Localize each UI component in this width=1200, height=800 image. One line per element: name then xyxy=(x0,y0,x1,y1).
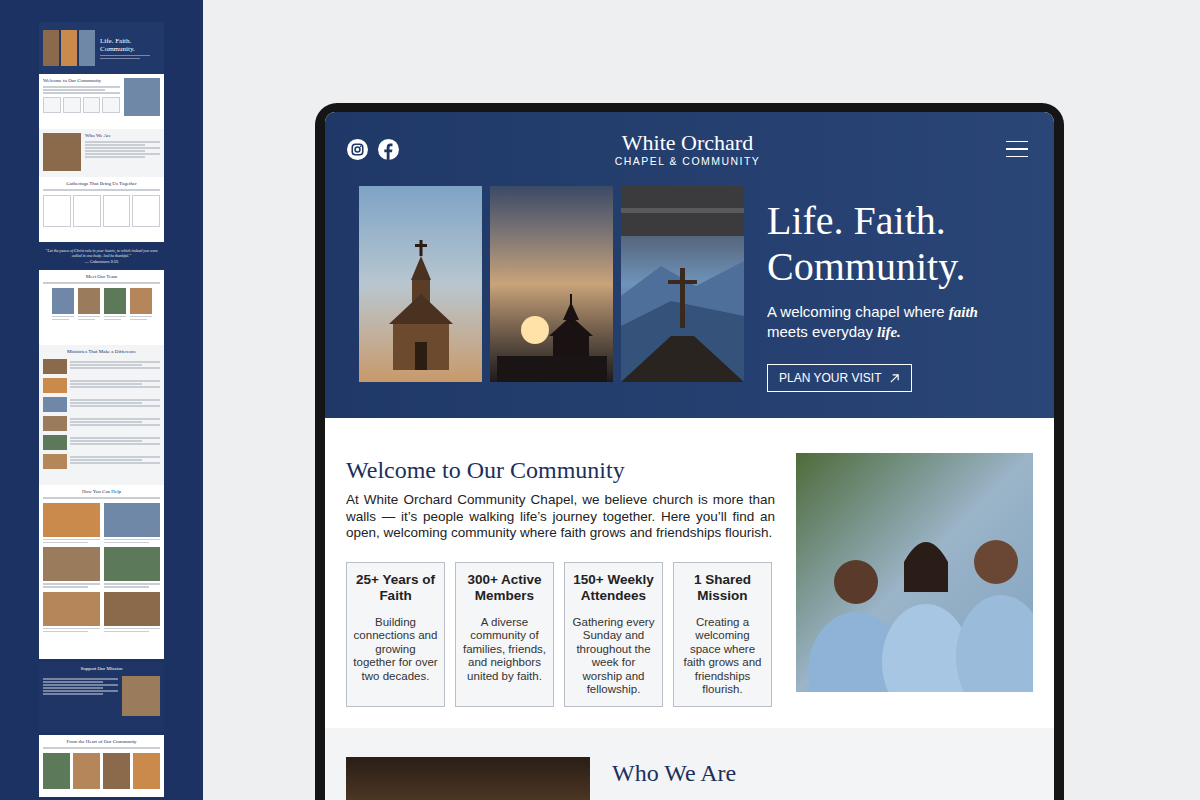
thumbnail-section: Who We Are xyxy=(39,129,164,177)
thumbnail-section: Gatherings That Bring Us Together xyxy=(39,177,164,242)
thumbnail-photo xyxy=(43,416,67,431)
stat-title: 150+ Weekly Attendees xyxy=(571,572,656,604)
welcome-body: At White Orchard Community Chapel, we be… xyxy=(346,492,775,542)
thumbnail-heading: From the Heart of Our Community xyxy=(43,739,160,745)
hero-photos xyxy=(359,186,744,392)
plan-visit-label: PLAN YOUR VISIT xyxy=(779,370,881,386)
subtitle-text: meets everyday xyxy=(767,323,877,340)
thumbnail-section: Meet Our Team xyxy=(39,270,164,345)
thumbnail-section: Support Our Mission xyxy=(39,662,164,732)
thumbnail-photo xyxy=(103,753,130,789)
stat-body: Building connections and growing togethe… xyxy=(353,616,438,684)
subtitle-text: A welcoming chapel where xyxy=(767,303,949,320)
quote-source: — Colossians 3:15 xyxy=(43,259,160,264)
thumbnail-photo xyxy=(124,78,160,116)
thumbnail-photo xyxy=(133,753,160,789)
thumbnail-heading: Support Our Mission xyxy=(43,666,160,672)
welcome-section: Welcome to Our Community At White Orchar… xyxy=(325,418,1054,728)
plan-visit-button[interactable]: PLAN YOUR VISIT xyxy=(767,364,912,392)
stat-card: 25+ Years of Faith Building connections a… xyxy=(346,562,445,707)
thumbnail-photo xyxy=(43,753,70,789)
thumbnail-photo xyxy=(43,133,81,171)
who-we-are-title: Who We Are xyxy=(612,759,736,800)
stat-card: 1 Shared Mission Creating a welcoming spa… xyxy=(673,562,772,707)
thumbnail-photo xyxy=(52,288,74,314)
stat-card: 150+ Weekly Attendees Gathering every Sun… xyxy=(564,562,663,707)
thumbnail-heading: How You Can Help xyxy=(43,489,160,495)
stat-title: 1 Shared Mission xyxy=(680,572,765,604)
thumbnail-heading: Meet Our Team xyxy=(43,274,160,280)
thumbnail-photo xyxy=(43,435,67,450)
page-thumbnail[interactable]: Meet Our Team Ministries That Make a Diff… xyxy=(39,270,164,659)
hero-subtitle: A welcoming chapel where faith meets eve… xyxy=(767,302,1007,342)
thumbnail-photo xyxy=(43,454,67,469)
thumbnail-photo xyxy=(122,676,160,716)
thumbnail-photo xyxy=(43,30,59,66)
arrow-up-right-icon xyxy=(889,373,900,384)
thumbnail-photo xyxy=(73,753,100,789)
emphasis-word: life. xyxy=(877,324,901,340)
quote-text: “Let the peace of Christ rule in your he… xyxy=(43,248,160,258)
thumbnail-photo xyxy=(43,397,67,412)
stat-body: Creating a welcoming space where faith g… xyxy=(680,616,765,697)
thumbnail-photo xyxy=(104,503,161,537)
hero-title: Life. Faith. Community. xyxy=(767,198,1007,290)
thumbnail-heading: Welcome to Our Community xyxy=(43,78,120,84)
sunset-chapel-photo xyxy=(490,186,613,382)
thumbnail-photo xyxy=(104,592,161,626)
logo-title: White Orchard xyxy=(574,130,801,155)
tablet-frame: White Orchard CHAPEL & COMMUNITY xyxy=(315,103,1064,800)
thumbnail-photo xyxy=(78,288,100,314)
thumbnail-photo xyxy=(43,378,67,393)
mockup-canvas: White Orchard CHAPEL & COMMUNITY xyxy=(203,0,1200,800)
thumbnail-photo xyxy=(79,30,95,66)
thumbnail-photo xyxy=(43,359,67,374)
stat-title: 300+ Active Members xyxy=(462,572,547,604)
emphasis-word: faith xyxy=(949,304,978,320)
welcome-title: Welcome to Our Community xyxy=(346,456,775,484)
thumbnail-photo xyxy=(43,592,100,626)
page-thumbnail[interactable]: Support Our Mission xyxy=(39,662,164,732)
template-preview-sidebar: Life. Faith. Community. Welcome to Our Co… xyxy=(0,0,203,800)
stat-title: 25+ Years of Faith xyxy=(353,572,438,604)
thumbnail-section: Welcome to Our Community xyxy=(39,74,164,129)
thumbnail-heading: Life. Faith. Community. xyxy=(100,37,150,53)
thumbnail-section: Ministries That Make a Difference xyxy=(39,345,164,485)
church-photo xyxy=(359,186,482,382)
page-thumbnail[interactable]: From the Heart of Our Community xyxy=(39,735,164,797)
thumbnail-photo xyxy=(130,288,152,314)
thumbnail-section: How You Can Help xyxy=(39,485,164,659)
thumbnail-photo xyxy=(43,503,100,537)
site-logo[interactable]: White Orchard CHAPEL & COMMUNITY xyxy=(574,130,801,168)
instagram-icon[interactable] xyxy=(347,139,368,160)
thumbnail-photo xyxy=(43,547,100,581)
stat-body: Gathering every Sunday and throughout th… xyxy=(571,616,656,697)
menu-icon[interactable] xyxy=(1006,141,1028,158)
stat-body: A diverse community of families, friends… xyxy=(462,616,547,684)
thumbnail-photo xyxy=(104,288,126,314)
site-header: White Orchard CHAPEL & COMMUNITY xyxy=(325,112,1054,168)
stats-row: 25+ Years of Faith Building connections a… xyxy=(346,562,775,707)
mountain-cross-photo xyxy=(621,186,744,382)
thumbnail-heading: Ministries That Make a Difference xyxy=(43,349,160,355)
thumbnail-hero: Life. Faith. Community. xyxy=(39,22,164,74)
sanctuary-photo xyxy=(346,757,590,800)
sidebar-quote: “Let the peace of Christ rule in your he… xyxy=(39,245,164,267)
hero: White Orchard CHAPEL & COMMUNITY xyxy=(325,112,1054,418)
thumbnail-heading: Who We Are xyxy=(85,133,160,139)
stat-card: 300+ Active Members A diverse community o… xyxy=(455,562,554,707)
who-we-are-section: Who We Are xyxy=(325,728,1054,800)
facebook-icon[interactable] xyxy=(378,139,399,160)
page-thumbnail[interactable]: Life. Faith. Community. Welcome to Our Co… xyxy=(39,22,164,242)
thumbnail-photo xyxy=(61,30,77,66)
logo-subtitle: CHAPEL & COMMUNITY xyxy=(574,155,801,168)
tablet-screen: White Orchard CHAPEL & COMMUNITY xyxy=(325,112,1054,800)
thumbnail-heading: Gatherings That Bring Us Together xyxy=(43,181,160,187)
thumbnail-photo xyxy=(104,547,161,581)
thumbnail-section: From the Heart of Our Community xyxy=(39,735,164,797)
community-photo xyxy=(796,453,1033,692)
